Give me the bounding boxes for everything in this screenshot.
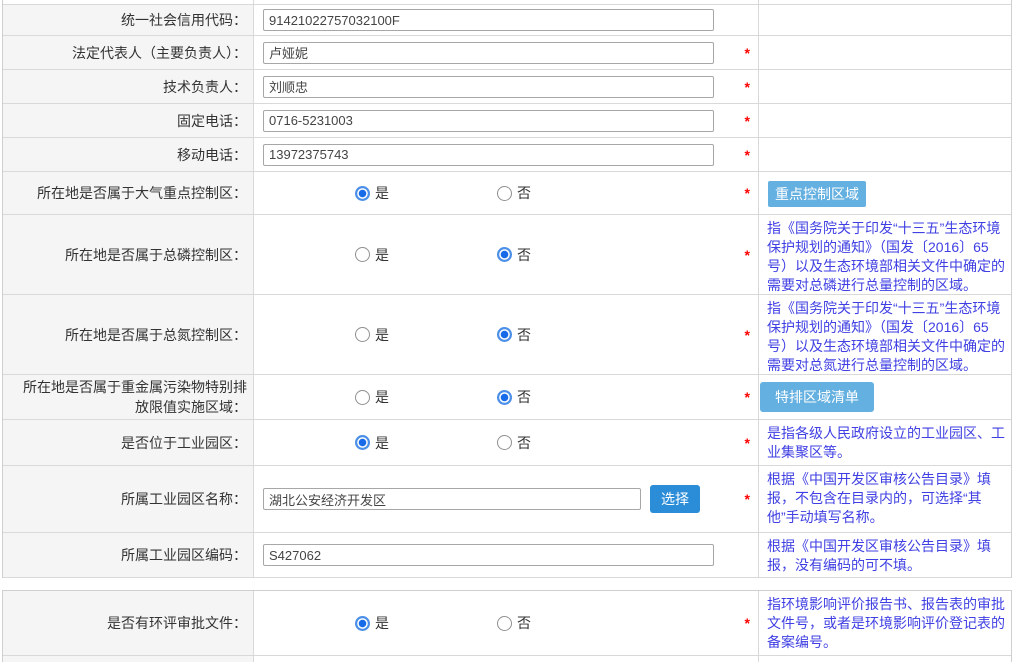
permit-form: 统一社会信用代码： 法定代表人（主要负责人）： * 技术负责人： * — [2, 0, 1012, 662]
heavy-metal-zone-radio-yes[interactable]: 是 — [355, 387, 389, 407]
required-marker: * — [745, 79, 750, 95]
required-marker: * — [745, 185, 750, 201]
radio-unselected-icon — [497, 616, 512, 631]
tech-lead-row: 技术负责人： * — [3, 70, 1011, 104]
mobile-row: 移动电话： * — [3, 138, 1011, 172]
phosphorus-zone-radio-no[interactable]: 否 — [497, 245, 531, 265]
radio-selected-icon — [497, 247, 512, 262]
required-marker: * — [745, 113, 750, 129]
industrial-park-radio-no[interactable]: 否 — [497, 433, 531, 453]
mobile-label: 移动电话： — [3, 138, 254, 171]
radio-unselected-icon — [355, 327, 370, 342]
nitrogen-zone-radio-yes[interactable]: 是 — [355, 325, 389, 345]
required-marker: * — [745, 45, 750, 61]
required-marker: * — [745, 389, 750, 405]
park-code-help-text: 根据《中国开发区审核公告目录》填报，没有编码的可不填。 — [759, 533, 1011, 577]
special-emission-list-button[interactable]: 特排区域清单 — [760, 382, 874, 412]
industrial-park-radio-yes[interactable]: 是 — [355, 433, 389, 453]
tech-lead-label: 技术负责人： — [3, 70, 254, 103]
heavy-metal-zone-radio-no[interactable]: 否 — [497, 387, 531, 407]
park-name-input[interactable] — [263, 488, 641, 510]
phosphorus-zone-row: 所在地是否属于总磷控制区： 是 否 * 指《国务院关于印发“十三五”生态环境保护… — [3, 215, 1011, 295]
required-marker: * — [745, 247, 750, 263]
key-control-zone-button[interactable]: 重点控制区域 — [768, 181, 866, 207]
heavy-metal-zone-label: 所在地是否属于重金属污染物特别排放限值实施区域： — [3, 375, 254, 419]
park-name-label: 所属工业园区名称： — [3, 466, 254, 532]
eia-approval-row: 是否有环评审批文件： 是 否 * 指环境影响评价报告书、报告表的审批文件号，或者… — [3, 591, 1011, 656]
park-code-label: 所属工业园区编码： — [3, 533, 254, 577]
credit-code-input[interactable] — [263, 9, 714, 31]
required-marker: * — [745, 491, 750, 507]
phosphorus-zone-label: 所在地是否属于总磷控制区： — [3, 215, 254, 294]
park-code-row: 所属工业园区编码： 根据《中国开发区审核公告目录》填报，没有编码的可不填。 — [3, 533, 1011, 578]
section-gap — [2, 578, 1012, 590]
park-name-row: 所属工业园区名称： 选择 * 根据《中国开发区审核公告目录》填报，不包含在目录内… — [3, 466, 1011, 533]
form-table-eia: 是否有环评审批文件： 是 否 * 指环境影响评价报告书、报告表的审批文件号，或者… — [2, 590, 1012, 662]
landline-input[interactable] — [263, 110, 714, 132]
industrial-park-help-text: 是指各级人民政府设立的工业园区、工业集聚区等。 — [759, 420, 1011, 465]
radio-selected-icon — [497, 327, 512, 342]
industrial-park-row: 是否位于工业园区： 是 否 * 是指各级人民政府设立的工业园区、工业集聚区等。 — [3, 420, 1011, 466]
radio-unselected-icon — [355, 247, 370, 262]
nitrogen-zone-row: 所在地是否属于总氮控制区： 是 否 * 指《国务院关于印发“十三五”生态环境保护… — [3, 295, 1011, 375]
nitrogen-zone-radio-no[interactable]: 否 — [497, 325, 531, 345]
eia-approval-label: 是否有环评审批文件： — [3, 591, 254, 655]
mobile-input[interactable] — [263, 144, 714, 166]
select-button[interactable]: 选择 — [650, 485, 700, 513]
industrial-park-label: 是否位于工业园区： — [3, 420, 254, 465]
nitrogen-zone-label: 所在地是否属于总氮控制区： — [3, 295, 254, 374]
credit-code-row: 统一社会信用代码： — [3, 5, 1011, 36]
required-marker: * — [745, 327, 750, 343]
heavy-metal-zone-row: 所在地是否属于重金属污染物特别排放限值实施区域： 是 否 * 特排区域清单 — [3, 375, 1011, 420]
air-key-zone-radio-yes[interactable]: 是 — [355, 183, 389, 203]
air-key-zone-row: 所在地是否属于大气重点控制区： 是 否 * 重点控制区域 — [3, 172, 1011, 215]
form-table-basic-info: 统一社会信用代码： 法定代表人（主要负责人）： * 技术负责人： * — [2, 0, 1012, 578]
eia-approval-radio-no[interactable]: 否 — [497, 613, 531, 633]
radio-selected-icon — [355, 616, 370, 631]
radio-selected-icon — [355, 186, 370, 201]
radio-unselected-icon — [355, 390, 370, 405]
tech-lead-input[interactable] — [263, 76, 714, 98]
required-marker: * — [745, 435, 750, 451]
legal-rep-input[interactable] — [263, 42, 714, 64]
required-marker: * — [745, 147, 750, 163]
landline-label: 固定电话： — [3, 104, 254, 137]
air-key-zone-label: 所在地是否属于大气重点控制区： — [3, 172, 254, 214]
park-code-input[interactable] — [263, 544, 714, 566]
air-key-zone-radio-no[interactable]: 否 — [497, 183, 531, 203]
radio-unselected-icon — [497, 435, 512, 450]
landline-row: 固定电话： * — [3, 104, 1011, 138]
radio-unselected-icon — [497, 186, 512, 201]
eia-approval-help-text: 指环境影响评价报告书、报告表的审批文件号，或者是环境影响评价登记表的备案编号。 — [759, 591, 1011, 655]
credit-code-label: 统一社会信用代码： — [3, 5, 254, 35]
legal-rep-label: 法定代表人（主要负责人）： — [3, 36, 254, 69]
nitrogen-zone-help-text: 指《国务院关于印发“十三五”生态环境保护规划的通知》（国发〔2016〕65号）以… — [759, 295, 1011, 374]
eia-approval-radio-yes[interactable]: 是 — [355, 613, 389, 633]
radio-selected-icon — [355, 435, 370, 450]
phosphorus-zone-radio-yes[interactable]: 是 — [355, 245, 389, 265]
required-marker: * — [745, 615, 750, 631]
park-name-help-text: 根据《中国开发区审核公告目录》填报，不包含在目录内的，可选择“其他”手动填写名称… — [759, 466, 1011, 532]
phosphorus-zone-help-text: 指《国务院关于印发“十三五”生态环境保护规划的通知》（国发〔2016〕65号）以… — [759, 215, 1011, 294]
radio-selected-icon — [497, 390, 512, 405]
next-row-sliver — [3, 656, 1011, 662]
legal-rep-row: 法定代表人（主要负责人）： * — [3, 36, 1011, 70]
